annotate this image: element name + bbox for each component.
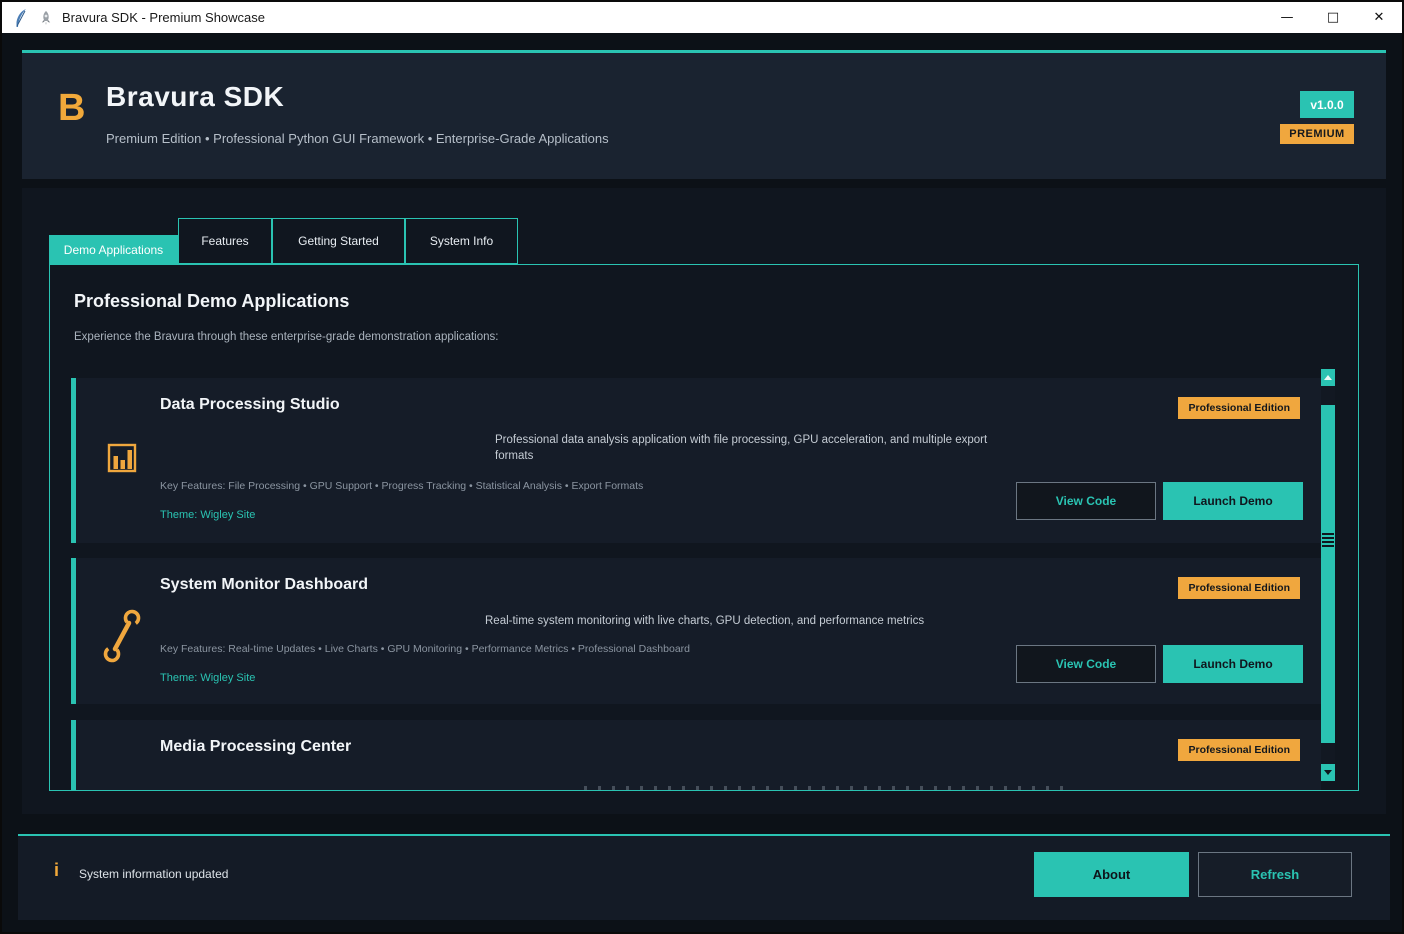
card-description: Professional data analysis application w…: [495, 432, 995, 464]
tab-demo-applications[interactable]: Demo Applications: [49, 235, 178, 265]
demo-card-system-monitor-dashboard: System Monitor Dashboard Professional Ed…: [71, 558, 1321, 704]
close-button[interactable]: ✕: [1356, 2, 1402, 33]
scrollbar-track[interactable]: [1321, 386, 1335, 764]
section-heading: Professional Demo Applications: [74, 291, 349, 312]
status-message: System information updated: [79, 867, 228, 881]
info-icon: i: [54, 860, 59, 881]
tab-features[interactable]: Features: [178, 218, 272, 264]
app-window: Bravura SDK - Premium Showcase — □ ✕ B B…: [0, 0, 1404, 934]
view-code-button[interactable]: View Code: [1016, 482, 1156, 520]
clipped-description-text: [584, 786, 1074, 790]
professional-edition-badge: Professional Edition: [1178, 397, 1300, 419]
card-description: Real-time system monitoring with live ch…: [485, 613, 1005, 629]
app-subtitle: Premium Edition • Professional Python GU…: [106, 131, 609, 146]
scroll-up-button[interactable]: [1321, 369, 1335, 386]
vertical-scrollbar: [1321, 369, 1335, 781]
refresh-button[interactable]: Refresh: [1198, 852, 1352, 897]
card-theme-label: Theme: Wigley Site: [160, 672, 255, 684]
minimize-button[interactable]: —: [1264, 2, 1310, 33]
wrench-icon: [100, 608, 146, 669]
tab-system-info[interactable]: System Info: [405, 218, 518, 264]
launch-demo-button[interactable]: Launch Demo: [1163, 482, 1303, 520]
bar-chart-icon: [106, 440, 138, 479]
app-title: Bravura SDK: [106, 81, 284, 113]
scroll-down-button[interactable]: [1321, 764, 1335, 781]
launch-demo-button[interactable]: Launch Demo: [1163, 645, 1303, 683]
window-title: Bravura SDK - Premium Showcase: [62, 10, 265, 25]
premium-badge: PREMIUM: [1280, 124, 1354, 144]
card-title: System Monitor Dashboard: [160, 576, 368, 594]
card-theme-label: Theme: Wigley Site: [160, 509, 255, 521]
triangle-down-icon: [1324, 770, 1332, 775]
professional-edition-badge: Professional Edition: [1178, 739, 1300, 761]
card-title: Media Processing Center: [160, 738, 351, 756]
scrollbar-thumb[interactable]: [1321, 405, 1335, 743]
professional-edition-badge: Professional Edition: [1178, 577, 1300, 599]
view-code-button[interactable]: View Code: [1016, 645, 1156, 683]
brand-logo: B: [58, 87, 85, 130]
rocket-icon: [38, 10, 54, 26]
about-button[interactable]: About: [1034, 852, 1189, 897]
scrollbar-grip-icon: [1322, 533, 1334, 549]
maximize-button[interactable]: □: [1310, 2, 1356, 33]
tab-getting-started[interactable]: Getting Started: [272, 218, 405, 264]
window-controls: — □ ✕: [1264, 2, 1402, 33]
demo-card-data-processing-studio: Data Processing Studio Professional Edit…: [71, 378, 1321, 543]
demo-applications-panel: Professional Demo Applications Experienc…: [49, 264, 1359, 791]
status-bar: i System information updated About Refre…: [18, 836, 1390, 920]
titlebar: Bravura SDK - Premium Showcase — □ ✕: [2, 2, 1402, 33]
version-badge: v1.0.0: [1300, 91, 1354, 118]
tk-feather-icon: [14, 8, 28, 28]
card-key-features: Key Features: File Processing • GPU Supp…: [160, 480, 643, 492]
header-panel: B Bravura SDK Premium Edition • Professi…: [22, 50, 1386, 179]
section-subheading: Experience the Bravura through these ent…: [74, 331, 498, 343]
card-title: Data Processing Studio: [160, 396, 340, 414]
triangle-up-icon: [1324, 375, 1332, 380]
card-key-features: Key Features: Real-time Updates • Live C…: [160, 643, 690, 655]
demo-card-media-processing-center: Media Processing Center Professional Edi…: [71, 720, 1321, 791]
